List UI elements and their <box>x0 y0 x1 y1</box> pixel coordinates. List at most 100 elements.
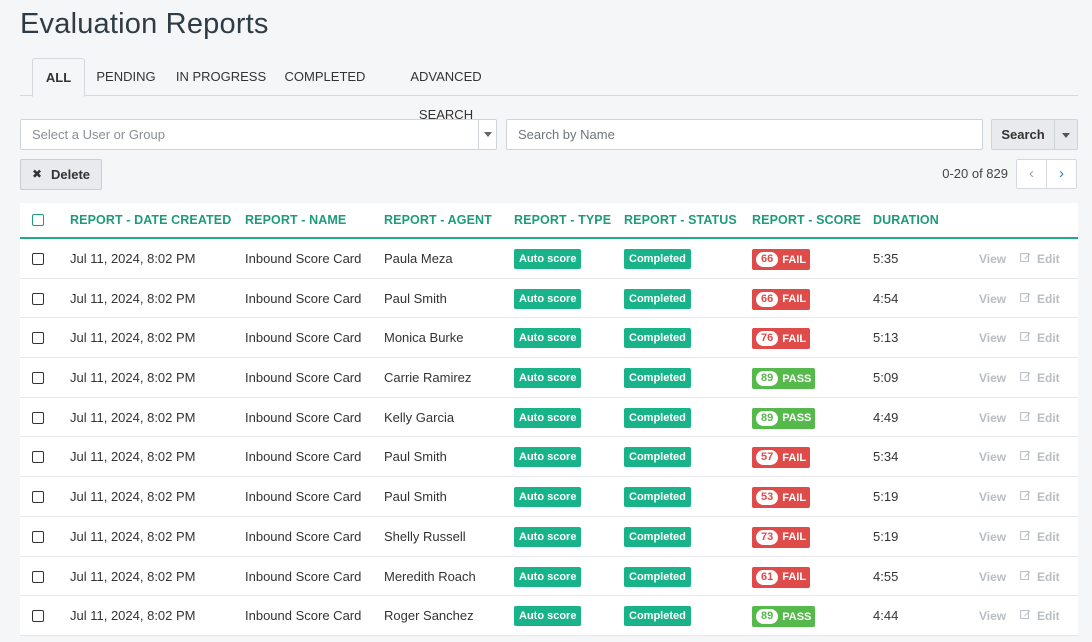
row-checkbox[interactable] <box>32 411 44 424</box>
select-all-checkbox[interactable] <box>32 214 44 226</box>
view-link[interactable]: View <box>979 371 1006 385</box>
score-value: 76 <box>756 331 779 347</box>
score-result: FAIL <box>782 531 807 544</box>
view-link[interactable]: View <box>979 252 1006 266</box>
row-agent: Paul Smith <box>384 449 447 465</box>
row-checkbox[interactable] <box>32 530 44 543</box>
table-row: Jul 11, 2024, 8:02 PM Inbound Score Card… <box>20 397 1078 438</box>
row-checkbox[interactable] <box>32 332 44 345</box>
search-button[interactable]: Search <box>991 119 1055 150</box>
column-header-agent[interactable]: REPORT - AGENT <box>384 213 492 227</box>
view-link[interactable]: View <box>979 411 1006 425</box>
edit-link[interactable]: Edit <box>1037 490 1060 504</box>
type-badge: Auto score <box>514 487 582 508</box>
view-link[interactable]: View <box>979 570 1006 584</box>
row-duration: 5:35 <box>873 251 899 266</box>
chevron-down-icon[interactable] <box>478 120 496 149</box>
score-result: FAIL <box>782 571 807 583</box>
row-agent: Roger Sanchez <box>384 608 474 624</box>
row-agent: Shelly Russell <box>384 528 466 544</box>
view-link[interactable]: View <box>979 609 1006 623</box>
edit-link[interactable]: Edit <box>1037 450 1060 464</box>
row-date: Jul 11, 2024, 8:02 PM <box>70 409 196 425</box>
edit-icon <box>1020 292 1031 302</box>
type-badge: Auto score <box>514 447 582 468</box>
score-badge: 66 FAIL <box>752 288 811 310</box>
row-name: Inbound Score Card <box>245 528 362 544</box>
row-date: Jul 11, 2024, 8:02 PM <box>70 568 196 584</box>
row-name: Inbound Score Card <box>245 251 362 266</box>
column-header-date[interactable]: REPORT - DATE CREATED <box>70 213 231 227</box>
edit-link[interactable]: Edit <box>1037 570 1060 584</box>
tab-all[interactable]: ALL <box>32 58 85 97</box>
chevron-right-icon: › <box>1059 165 1064 182</box>
row-checkbox[interactable] <box>32 253 44 265</box>
type-badge: Auto score <box>514 328 582 349</box>
next-page-button[interactable]: › <box>1046 159 1077 189</box>
search-options-dropdown[interactable] <box>1054 119 1078 150</box>
row-name: Inbound Score Card <box>245 608 362 624</box>
status-badge: Completed <box>624 407 691 428</box>
view-link[interactable]: View <box>979 490 1006 504</box>
edit-link[interactable]: Edit <box>1037 371 1060 385</box>
type-badge: Auto score <box>514 368 582 389</box>
tab-advanced-search[interactable]: ADVANCED SEARCH <box>382 58 510 122</box>
delete-button-label: Delete <box>51 167 91 182</box>
score-badge: 76 FAIL <box>752 328 811 350</box>
user-group-select[interactable]: Select a User or Group <box>20 119 497 150</box>
column-header-type[interactable]: REPORT - TYPE <box>514 213 611 227</box>
row-checkbox[interactable] <box>32 610 44 623</box>
prev-page-button[interactable]: ‹ <box>1016 159 1047 189</box>
row-name: Inbound Score Card <box>245 290 362 306</box>
row-duration: 5:09 <box>873 370 899 386</box>
row-date: Jul 11, 2024, 8:02 PM <box>70 290 196 306</box>
score-result: FAIL <box>782 451 807 464</box>
column-header-score[interactable]: REPORT - SCORE <box>752 213 861 227</box>
view-link[interactable]: View <box>979 530 1006 544</box>
score-badge: 89 PASS <box>752 407 816 429</box>
chevron-left-icon: ‹ <box>1029 165 1034 182</box>
score-value: 89 <box>756 609 779 625</box>
edit-link[interactable]: Edit <box>1037 411 1060 425</box>
row-duration: 5:19 <box>873 489 899 505</box>
type-badge: Auto score <box>514 526 582 547</box>
row-duration: 5:19 <box>873 528 899 544</box>
edit-link[interactable]: Edit <box>1037 252 1060 266</box>
type-badge: Auto score <box>514 566 582 587</box>
score-value: 89 <box>756 410 779 426</box>
column-header-name[interactable]: REPORT - NAME <box>245 213 346 227</box>
score-result: FAIL <box>782 293 807 306</box>
score-badge: 53 FAIL <box>752 487 811 509</box>
row-checkbox[interactable] <box>32 570 44 583</box>
row-checkbox[interactable] <box>32 491 44 504</box>
search-input[interactable] <box>506 119 983 150</box>
tab-completed[interactable]: COMPLETED <box>282 58 368 96</box>
score-badge: 57 FAIL <box>752 447 811 469</box>
score-value: 53 <box>756 490 779 506</box>
edit-link[interactable]: Edit <box>1037 331 1060 345</box>
tab-in-progress[interactable]: IN PROGRESS <box>174 58 268 96</box>
row-duration: 4:44 <box>873 608 899 624</box>
column-header-duration[interactable]: DURATION <box>873 213 939 227</box>
edit-link[interactable]: Edit <box>1037 530 1060 544</box>
row-agent: Carrie Ramirez <box>384 370 472 386</box>
delete-button[interactable]: ✖ Delete <box>20 159 102 190</box>
edit-link[interactable]: Edit <box>1037 292 1060 306</box>
row-name: Inbound Score Card <box>245 330 362 346</box>
edit-icon <box>1020 451 1031 461</box>
view-link[interactable]: View <box>979 331 1006 345</box>
table-row: Jul 11, 2024, 8:02 PM Inbound Score Card… <box>20 477 1078 517</box>
tab-pending[interactable]: PENDING <box>90 58 162 96</box>
table-row: Jul 11, 2024, 8:02 PM Inbound Score Card… <box>20 239 1078 279</box>
row-name: Inbound Score Card <box>245 489 362 505</box>
column-header-status[interactable]: REPORT - STATUS <box>624 213 737 227</box>
edit-link[interactable]: Edit <box>1037 609 1060 623</box>
row-checkbox[interactable] <box>32 292 44 305</box>
row-checkbox[interactable] <box>32 451 44 464</box>
row-checkbox[interactable] <box>32 372 44 385</box>
view-link[interactable]: View <box>979 292 1006 306</box>
row-duration: 5:13 <box>873 330 899 346</box>
status-badge: Completed <box>624 566 691 587</box>
view-link[interactable]: View <box>979 450 1006 464</box>
row-duration: 5:34 <box>873 449 899 465</box>
